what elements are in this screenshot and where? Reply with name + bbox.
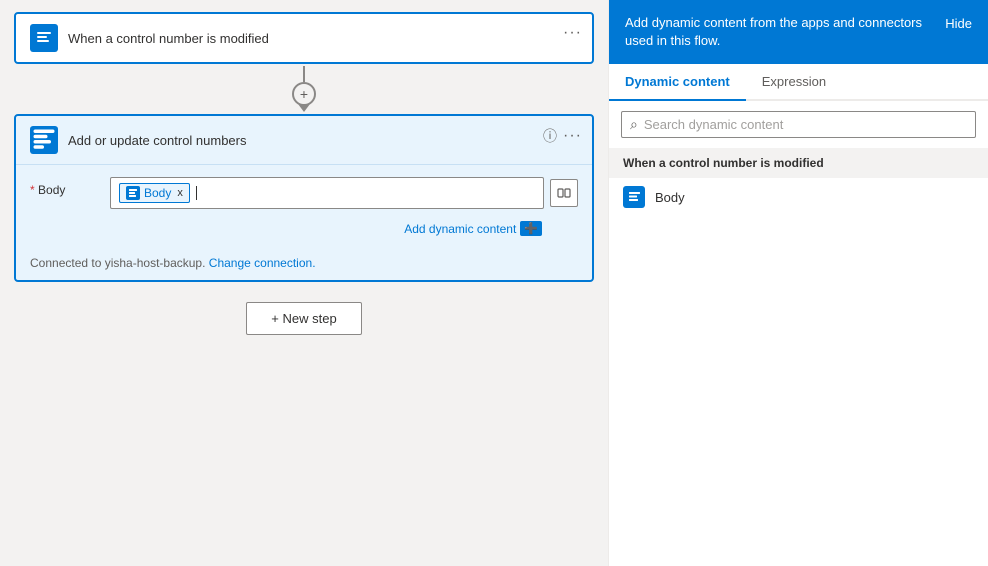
trigger-card-menu[interactable]: ··· <box>563 24 582 42</box>
add-dynamic-content-link[interactable]: Add dynamic content ➕ <box>404 221 542 236</box>
trigger-icon <box>30 24 58 52</box>
right-panel-description: Add dynamic content from the apps and co… <box>625 14 945 50</box>
info-icon[interactable]: ⓘ <box>543 126 557 146</box>
section-header-trigger: When a control number is modified <box>609 148 988 178</box>
required-star: * <box>30 183 38 197</box>
right-panel: Add dynamic content from the apps and co… <box>608 0 988 566</box>
dynamic-item-body-label: Body <box>655 190 685 205</box>
text-cursor <box>196 186 197 200</box>
body-field-row: * Body Body <box>30 177 578 209</box>
action-card-menu[interactable]: ··· <box>563 127 582 145</box>
new-step-button[interactable]: + New step <box>246 302 361 335</box>
connector-arrow <box>298 104 310 112</box>
body-field-label: * Body <box>30 177 110 197</box>
action-card-actions: ⓘ ··· <box>543 126 582 146</box>
connector-line-top <box>303 66 305 82</box>
body-tag-label: Body <box>144 186 171 200</box>
body-tag-icon <box>126 186 140 200</box>
action-card: Add or update control numbers ⓘ ··· * Bo… <box>14 114 594 282</box>
connection-info: Connected to yisha-host-backup. Change c… <box>16 248 592 280</box>
trigger-card-title: When a control number is modified <box>68 31 269 46</box>
action-card-title: Add or update control numbers <box>68 133 247 148</box>
action-icon <box>30 126 58 154</box>
connector: + <box>292 66 316 112</box>
right-panel-header: Add dynamic content from the apps and co… <box>609 0 988 64</box>
search-input[interactable] <box>644 117 967 132</box>
search-box: ⌕ <box>621 111 976 138</box>
dynamic-item-body-icon <box>623 186 645 208</box>
array-icon-button[interactable] <box>550 179 578 207</box>
action-card-body: * Body Body <box>16 165 592 248</box>
hide-panel-button[interactable]: Hide <box>945 14 972 31</box>
body-tag-remove[interactable]: x <box>177 187 183 199</box>
tab-expression[interactable]: Expression <box>746 64 842 101</box>
trigger-card: When a control number is modified ··· <box>14 12 594 64</box>
tabs-row: Dynamic content Expression <box>609 64 988 101</box>
tab-dynamic-content[interactable]: Dynamic content <box>609 64 746 101</box>
dynamic-link-icon: ➕ <box>520 221 542 236</box>
search-icon: ⌕ <box>630 116 638 133</box>
dynamic-item-body[interactable]: Body <box>609 178 988 216</box>
body-tag: Body x <box>119 183 190 203</box>
action-card-header: Add or update control numbers ⓘ ··· <box>16 116 592 165</box>
body-field-input-wrapper: Body x <box>110 177 578 209</box>
connector-plus-button[interactable]: + <box>292 82 316 106</box>
change-connection-link[interactable]: Change connection. <box>209 256 316 270</box>
left-panel: When a control number is modified ··· + … <box>0 0 608 566</box>
dynamic-link-row: Add dynamic content ➕ <box>30 217 578 236</box>
body-field-input[interactable]: Body x <box>110 177 544 209</box>
